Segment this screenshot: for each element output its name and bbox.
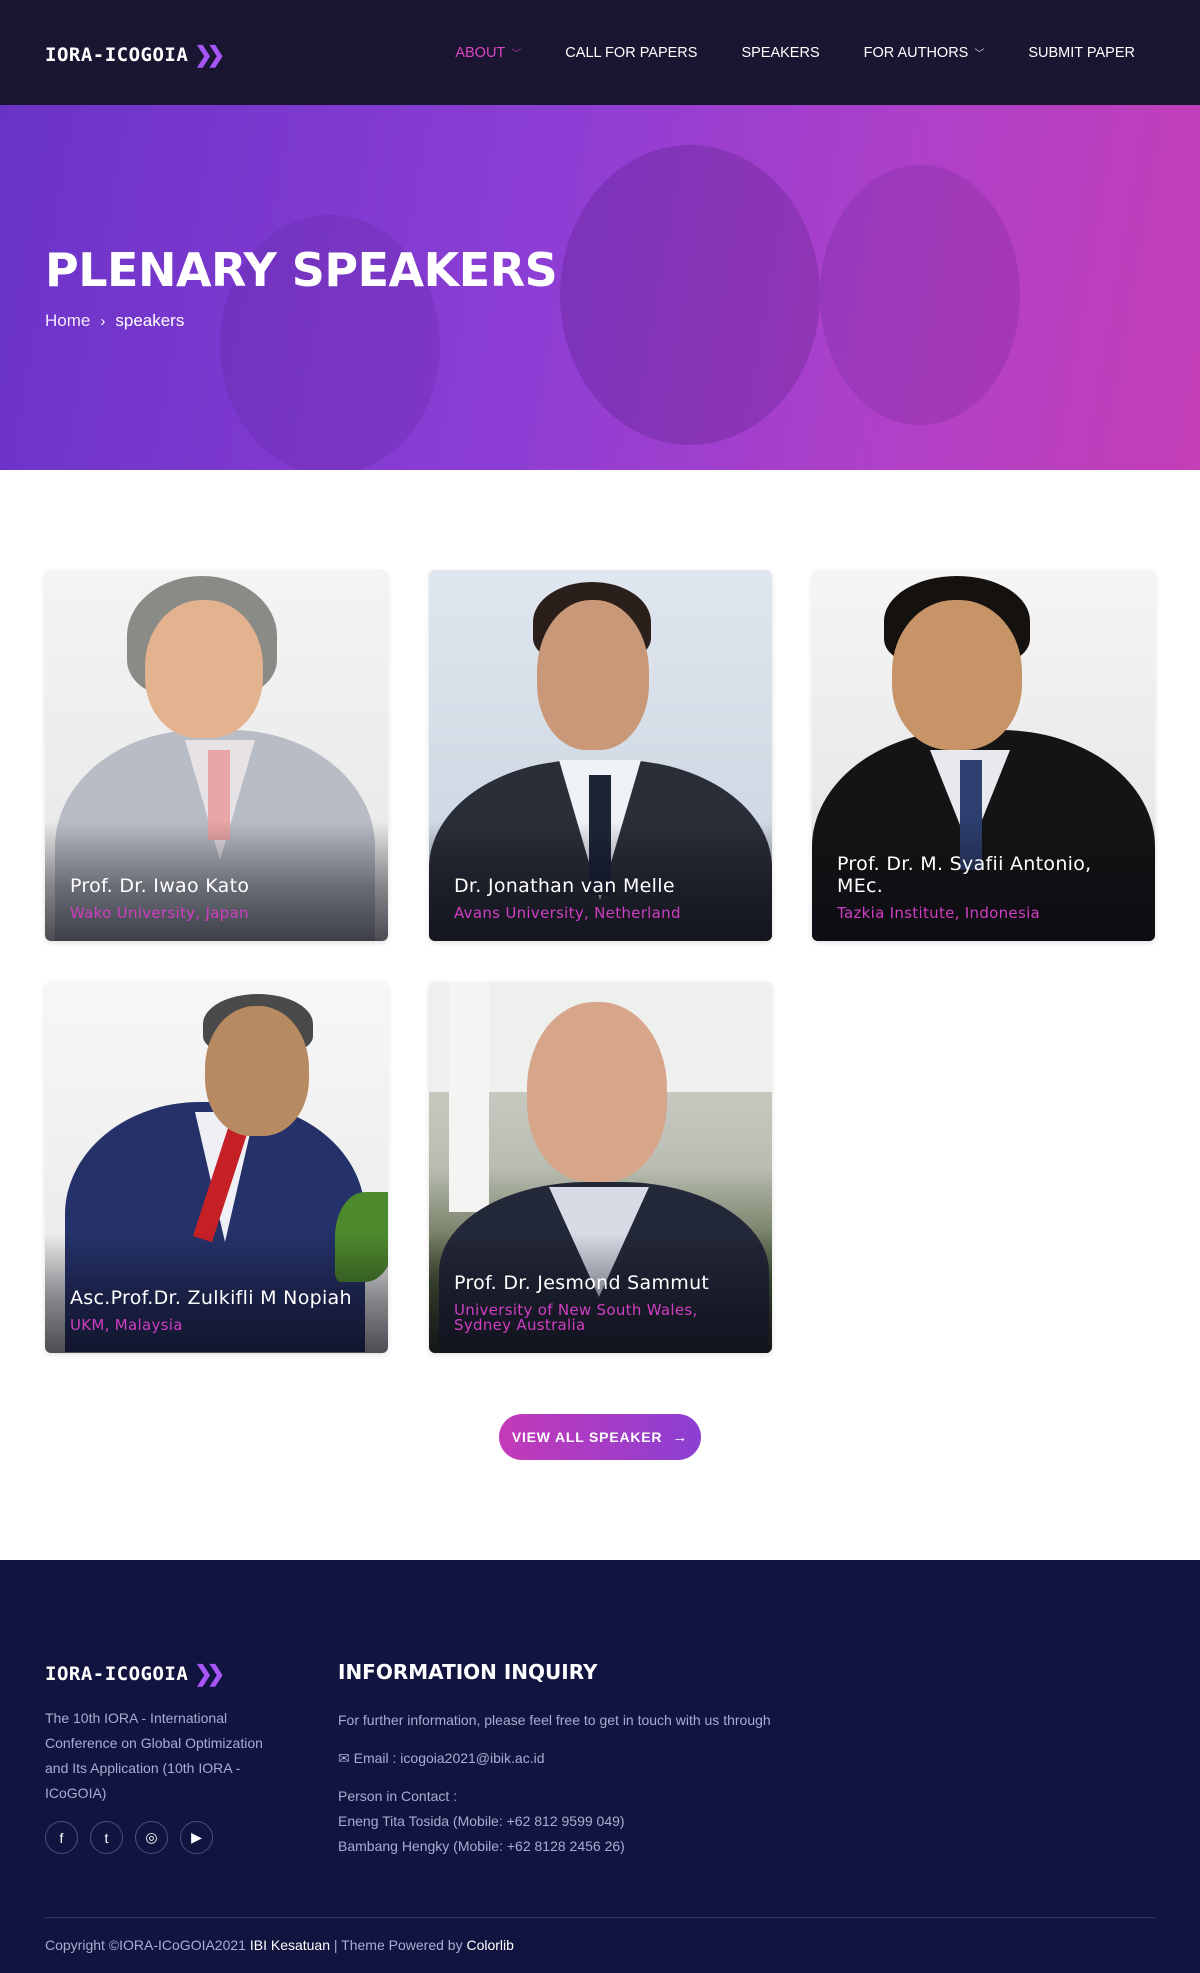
nav-item-label: CALL FOR PAPERS [565, 44, 698, 61]
breadcrumb-home-link[interactable]: Home [45, 311, 90, 331]
view-all-label: VIEW ALL SPEAKER [511, 1429, 663, 1445]
speaker-name: Prof. Dr. Jesmond Sammut [454, 1272, 710, 1295]
nav-item-submit-paper[interactable]: SUBMIT PAPER [1028, 45, 1135, 61]
nav-item-label: ABOUT [455, 44, 506, 61]
arrow-right-icon: → [672, 1428, 689, 1446]
nav-item-for-authors[interactable]: FOR AUTHORS ﹀ [864, 45, 985, 61]
speaker-affiliation: Avans University, Netherland [454, 904, 681, 922]
speaker-name: Prof. Dr. Iwao Kato [70, 875, 250, 898]
site-logo[interactable]: IORA-ICOGOIA ❯❯ [45, 42, 225, 67]
speaker-affiliation: UKM, Malaysia [70, 1316, 183, 1334]
nav-item-label: FOR AUTHORS [863, 44, 969, 61]
speaker-affiliation: University of New South Wales, Sydney Au… [454, 1301, 698, 1334]
inquiry-intro: For further information, please feel fre… [338, 1712, 771, 1728]
chevron-down-icon: ﹀ [974, 49, 985, 60]
speaker-card[interactable]: Prof. Dr. Iwao Kato Wako University, Jap… [45, 570, 388, 941]
speaker-name: Dr. Jonathan van Melle [454, 875, 675, 898]
hero-background-shape [820, 165, 1020, 425]
breadcrumb-current: speakers [115, 311, 185, 330]
nav-item-call-for-papers[interactable]: CALL FOR PAPERS [565, 45, 697, 61]
site-footer: IORA-ICOGOIA ❯❯ The 10th IORA - Internat… [0, 1560, 1200, 1973]
footer-inquiry-details: For further information, please feel fre… [338, 1708, 771, 1859]
speaker-info: Asc.Prof.Dr. Zulkifli M Nopiah UKM, Mala… [70, 1287, 370, 1334]
copyright-mid: | Theme Powered by [333, 1937, 463, 1953]
speaker-card[interactable]: Prof. Dr. Jesmond Sammut University of N… [429, 982, 772, 1353]
nav-item-about[interactable]: ABOUT ﹀ [455, 45, 521, 61]
speaker-card[interactable]: Prof. Dr. M. Syafii Antonio, MEc. Tazkia… [812, 570, 1155, 941]
logo-text: IORA-ICOGOIA [45, 44, 189, 66]
speaker-info: Prof. Dr. Iwao Kato Wako University, Jap… [70, 875, 370, 922]
speaker-info: Dr. Jonathan van Melle Avans University,… [454, 875, 754, 922]
breadcrumb-separator-icon: › [100, 312, 106, 330]
copyright-prefix: Copyright ©IORA-ICoGOIA2021 [45, 1937, 246, 1953]
contact-person: Bambang Hengky (Mobile: +62 8128 2456 26… [338, 1838, 625, 1854]
facebook-icon[interactable]: f [45, 1821, 78, 1854]
page-title: PLENARY SPEAKERS [45, 243, 558, 297]
logo-chevron-icon: ❯❯ [194, 1661, 225, 1686]
email-line: ✉ Email : icogoia2021@ibik.ac.id [338, 1746, 771, 1771]
speaker-name: Asc.Prof.Dr. Zulkifli M Nopiah [70, 1287, 352, 1310]
footer-about-text: The 10th IORA - International Conference… [45, 1710, 263, 1801]
hero-background-shape [560, 145, 820, 445]
speaker-info: Prof. Dr. Jesmond Sammut University of N… [454, 1272, 754, 1334]
chevron-down-icon: ﹀ [511, 49, 522, 60]
copyright-link-ibi[interactable]: IBI Kesatuan [250, 1937, 330, 1953]
envelope-icon: ✉ [338, 1750, 350, 1766]
copyright-link-colorlib[interactable]: Colorlib [466, 1937, 513, 1953]
page-hero: PLENARY SPEAKERS Home › speakers [0, 105, 1200, 470]
email-text[interactable]: Email : icogoia2021@ibik.ac.id [354, 1750, 545, 1766]
speaker-affiliation: Tazkia Institute, Indonesia [837, 904, 1041, 922]
social-links: f t ◎ ▶ [45, 1821, 213, 1854]
view-all-speakers-button[interactable]: VIEW ALL SPEAKER → [499, 1414, 701, 1460]
contact-person: Eneng Tita Tosida (Mobile: +62 812 9599 … [338, 1813, 625, 1829]
speaker-card[interactable]: Asc.Prof.Dr. Zulkifli M Nopiah UKM, Mala… [45, 982, 388, 1353]
nav-item-label: SUBMIT PAPER [1028, 44, 1135, 61]
main-nav: ABOUT ﹀ CALL FOR PAPERS SPEAKERS FOR AUT… [455, 0, 1135, 105]
navbar: IORA-ICOGOIA ❯❯ ABOUT ﹀ CALL FOR PAPERS … [0, 0, 1200, 105]
nav-item-speakers[interactable]: SPEAKERS [741, 45, 819, 61]
footer-inquiry-heading: INFORMATION INQUIRY [338, 1660, 598, 1684]
logo-text: IORA-ICOGOIA [45, 1663, 189, 1685]
speaker-name: Prof. Dr. M. Syafii Antonio, MEc. [837, 853, 1092, 898]
speaker-info: Prof. Dr. M. Syafii Antonio, MEc. Tazkia… [837, 853, 1137, 922]
twitter-icon[interactable]: t [90, 1821, 123, 1854]
contact-label: Person in Contact : [338, 1788, 458, 1804]
nav-item-label: SPEAKERS [741, 44, 820, 61]
logo-chevron-icon: ❯❯ [194, 42, 225, 67]
youtube-icon[interactable]: ▶ [180, 1821, 213, 1854]
speaker-affiliation: Wako University, Japan [70, 904, 249, 922]
instagram-icon[interactable]: ◎ [135, 1821, 168, 1854]
speaker-card[interactable]: Dr. Jonathan van Melle Avans University,… [429, 570, 772, 941]
copyright: Copyright ©IORA-ICoGOIA2021 IBI Kesatuan… [45, 1937, 514, 1953]
breadcrumb: Home › speakers [45, 311, 184, 331]
footer-logo[interactable]: IORA-ICOGOIA ❯❯ [45, 1661, 225, 1686]
footer-divider [45, 1917, 1155, 1918]
